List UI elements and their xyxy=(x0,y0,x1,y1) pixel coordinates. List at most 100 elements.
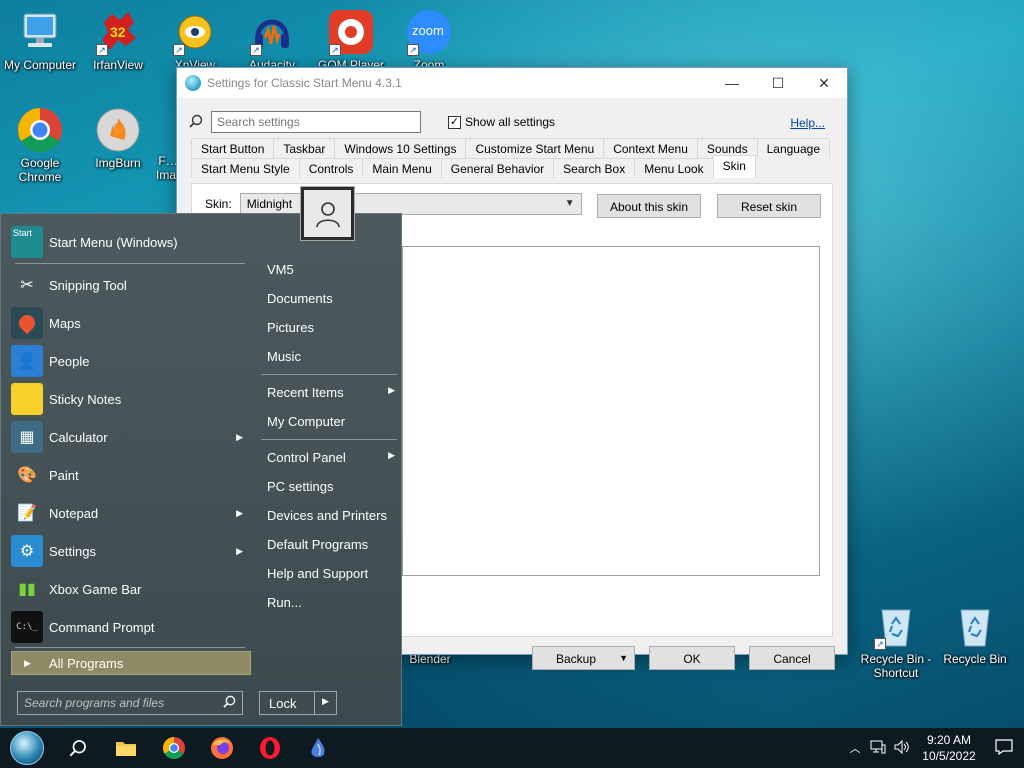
about-skin-button[interactable]: About this skin xyxy=(597,194,701,218)
desktop-icon-zoom[interactable]: zoom ↗ Zoom xyxy=(389,8,469,66)
shortcut-arrow-icon: ↗ xyxy=(407,44,419,56)
network-icon[interactable] xyxy=(866,740,890,757)
place-music[interactable]: Music xyxy=(267,349,395,364)
place-recent-items[interactable]: Recent Items ▶ xyxy=(267,385,395,400)
desktop-icon-audacity[interactable]: ↗ Audacity xyxy=(232,8,312,66)
desktop-icon-recycle-bin-shortcut[interactable]: ↗ Recycle Bin - Shortcut xyxy=(856,602,936,680)
place-pc-settings[interactable]: PC settings xyxy=(267,479,395,494)
tab-skin[interactable]: Skin xyxy=(712,155,756,178)
place-control-panel[interactable]: Control Panel ▶ xyxy=(267,450,395,465)
tab-language[interactable]: Language xyxy=(756,138,830,158)
play-arrow-icon: ▶ xyxy=(24,657,31,668)
skin-dropdown[interactable]: Midnight ▼ xyxy=(239,193,582,215)
taskbar-file-explorer[interactable] xyxy=(102,728,150,768)
close-button[interactable]: ✕ xyxy=(801,68,847,98)
snipping-tool-icon: ✂ xyxy=(20,277,34,294)
desktop-icon-label: IrfanView xyxy=(93,58,143,72)
start-item-maps[interactable]: Maps xyxy=(11,306,247,340)
tab-search-box[interactable]: Search Box xyxy=(553,158,636,178)
tab-start-button[interactable]: Start Button xyxy=(191,138,275,158)
tab-main-menu[interactable]: Main Menu xyxy=(362,158,442,178)
place-help-and-support[interactable]: Help and Support xyxy=(267,566,395,581)
desktop-icon-xnview[interactable]: ↗ XnView xyxy=(155,8,235,66)
desktop-icon-imgburn[interactable]: ImgBurn xyxy=(78,106,158,170)
chevron-up-icon[interactable]: ︿ xyxy=(844,740,866,756)
ok-button[interactable]: OK xyxy=(649,646,735,670)
title-bar[interactable]: Settings for Classic Start Menu 4.3.1 — … xyxy=(177,68,847,98)
user-avatar[interactable] xyxy=(300,186,355,241)
folder-icon xyxy=(116,742,136,756)
taskbar-firefox[interactable] xyxy=(198,728,246,768)
tabs-row-2: Start Menu Style Controls Main Menu General… xyxy=(191,155,756,178)
start-item-xbox-game-bar[interactable]: ▮▮ Xbox Game Bar xyxy=(11,572,247,606)
help-link[interactable]: Help... xyxy=(790,116,825,130)
start-item-command-prompt[interactable]: C:\_ Command Prompt xyxy=(11,610,247,644)
lock-button[interactable]: Lock ▶ xyxy=(259,691,337,715)
power-options-arrow-icon[interactable]: ▶ xyxy=(314,692,336,714)
notepad-icon: 📝 xyxy=(17,505,37,522)
chevron-down-icon: ▼ xyxy=(564,198,575,209)
tab-controls[interactable]: Controls xyxy=(298,158,364,178)
start-item-label: Notepad xyxy=(49,505,99,521)
start-item-snipping-tool[interactable]: ✂ Snipping Tool xyxy=(11,268,247,302)
search-programs-input[interactable]: Search programs and files xyxy=(17,691,243,715)
start-item-label: Command Prompt xyxy=(49,619,155,635)
cancel-button[interactable]: Cancel xyxy=(749,646,835,670)
start-item-settings[interactable]: ⚙ Settings ▶ xyxy=(11,534,247,568)
people-icon: 👤 xyxy=(11,345,43,377)
submenu-arrow-icon: ▶ xyxy=(236,507,243,518)
place-pictures[interactable]: Pictures xyxy=(267,320,395,335)
tab-taskbar[interactable]: Taskbar xyxy=(273,138,336,158)
clock[interactable]: 9:20 AM 10/5/2022 xyxy=(914,732,984,764)
tab-context-menu[interactable]: Context Menu xyxy=(603,138,698,158)
search-programs-placeholder: Search programs and files xyxy=(24,696,165,710)
reset-skin-button[interactable]: Reset skin xyxy=(717,194,821,218)
place-label: Control Panel xyxy=(267,450,346,465)
place-vm5[interactable]: VM5 xyxy=(267,262,395,277)
clock-time: 9:20 AM xyxy=(926,733,972,747)
place-default-programs[interactable]: Default Programs xyxy=(267,537,395,552)
tab-general-behavior[interactable]: General Behavior xyxy=(440,158,555,178)
place-documents[interactable]: Documents xyxy=(267,291,395,306)
tab-start-menu-style[interactable]: Start Menu Style xyxy=(191,158,300,178)
start-button[interactable] xyxy=(0,728,54,768)
start-item-paint[interactable]: 🎨 Paint xyxy=(11,458,247,492)
skin-row: Skin: Midnight ▼ xyxy=(205,193,582,215)
xbox-icon: ▮▮ xyxy=(18,581,36,598)
backup-button[interactable]: Backup ▼ xyxy=(532,646,635,670)
search-settings-input[interactable] xyxy=(211,111,421,133)
desktop-icon-gom-player[interactable]: ↗ GOM Player xyxy=(311,8,391,66)
maximize-button[interactable]: ☐ xyxy=(755,68,801,98)
tab-windows-10-settings[interactable]: Windows 10 Settings xyxy=(334,138,467,158)
all-programs-button[interactable]: ▶ All Programs xyxy=(11,651,251,675)
desktop-icon-label: Zoom xyxy=(413,58,445,66)
submenu-arrow-icon: ▶ xyxy=(236,545,243,556)
start-item-notepad[interactable]: 📝 Notepad ▶ xyxy=(11,496,247,530)
place-run[interactable]: Run... xyxy=(267,595,395,610)
taskbar-app[interactable] xyxy=(294,728,342,768)
desktop-icon-google-chrome[interactable]: Google Chrome xyxy=(0,106,80,184)
taskbar-chrome[interactable] xyxy=(150,728,198,768)
tab-customize-start-menu[interactable]: Customize Start Menu xyxy=(465,138,605,158)
desktop-icon-label: Recycle Bin - Shortcut xyxy=(860,652,932,680)
start-item-sticky-notes[interactable]: Sticky Notes xyxy=(11,382,247,416)
taskbar-opera[interactable] xyxy=(246,728,294,768)
tab-menu-look[interactable]: Menu Look xyxy=(634,158,714,178)
start-item-label: Snipping Tool xyxy=(49,277,127,293)
desktop-icon-irfanview[interactable]: 32 ↗ IrfanView xyxy=(78,8,158,72)
volume-icon[interactable] xyxy=(890,739,914,757)
start-item-calculator[interactable]: ▦ Calculator ▶ xyxy=(11,420,247,454)
shortcut-arrow-icon: ↗ xyxy=(329,44,341,56)
command-prompt-icon: C:\_ xyxy=(11,611,43,643)
notification-icon[interactable] xyxy=(984,738,1024,758)
start-item-start-menu-windows[interactable]: Start Start Menu (Windows) xyxy=(11,225,247,259)
taskbar-search-button[interactable] xyxy=(54,728,102,768)
desktop-icon-recycle-bin[interactable]: Recycle Bin xyxy=(935,602,1015,666)
start-item-people[interactable]: 👤 People xyxy=(11,344,247,378)
show-all-settings-checkbox[interactable]: ✓ Show all settings xyxy=(448,115,555,129)
place-devices-and-printers[interactable]: Devices and Printers xyxy=(267,508,395,523)
place-my-computer[interactable]: My Computer xyxy=(267,414,395,429)
pinned-programs-column: Start Start Menu (Windows) ✂ Snipping Tool M… xyxy=(1,214,255,725)
desktop-icon-my-computer[interactable]: My Computer xyxy=(0,8,80,72)
minimize-button[interactable]: — xyxy=(709,68,755,98)
